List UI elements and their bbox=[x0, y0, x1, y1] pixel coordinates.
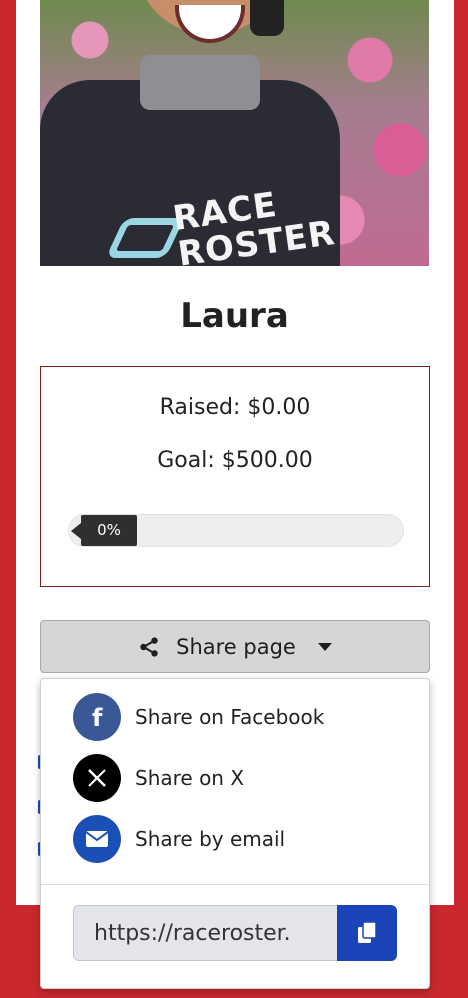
share-icon bbox=[140, 636, 158, 657]
photo-headphones bbox=[250, 0, 284, 36]
participant-name: Laura bbox=[180, 296, 289, 336]
svg-text:f: f bbox=[92, 705, 103, 729]
x-icon bbox=[73, 754, 121, 802]
goal-amount: Goal: $500.00 bbox=[157, 448, 313, 473]
progress-bar: 0% bbox=[68, 514, 404, 547]
profile-photo: RACE ROSTER bbox=[40, 0, 429, 266]
share-url-value: https://raceroster. bbox=[94, 920, 291, 946]
share-facebook-item[interactable]: f Share on Facebook bbox=[73, 693, 324, 741]
share-page-button[interactable]: Share page bbox=[40, 620, 430, 673]
menu-divider bbox=[41, 884, 429, 885]
photo-turtleneck bbox=[140, 55, 260, 110]
share-email-item[interactable]: Share by email bbox=[73, 815, 285, 863]
share-facebook-label: Share on Facebook bbox=[135, 705, 325, 729]
progress-percent: 0% bbox=[97, 521, 121, 539]
copy-icon bbox=[358, 921, 377, 943]
progress-fill: 0% bbox=[71, 515, 137, 546]
share-email-label: Share by email bbox=[135, 827, 286, 851]
share-url-field[interactable]: https://raceroster. bbox=[73, 905, 338, 961]
copy-url-button[interactable] bbox=[337, 905, 397, 961]
share-x-item[interactable]: Share on X bbox=[73, 754, 244, 802]
raised-amount: Raised: $0.00 bbox=[159, 395, 311, 420]
share-page-label: Share page bbox=[176, 634, 296, 659]
fundraising-summary: Raised: $0.00 Goal: $500.00 0% bbox=[40, 366, 430, 587]
share-x-label: Share on X bbox=[135, 766, 245, 790]
caret-down-icon bbox=[317, 642, 332, 651]
photo-smile bbox=[175, 5, 245, 43]
share-menu: f Share on Facebook Share on X Share by … bbox=[40, 678, 430, 989]
facebook-icon: f bbox=[73, 693, 121, 741]
email-icon bbox=[73, 815, 121, 863]
